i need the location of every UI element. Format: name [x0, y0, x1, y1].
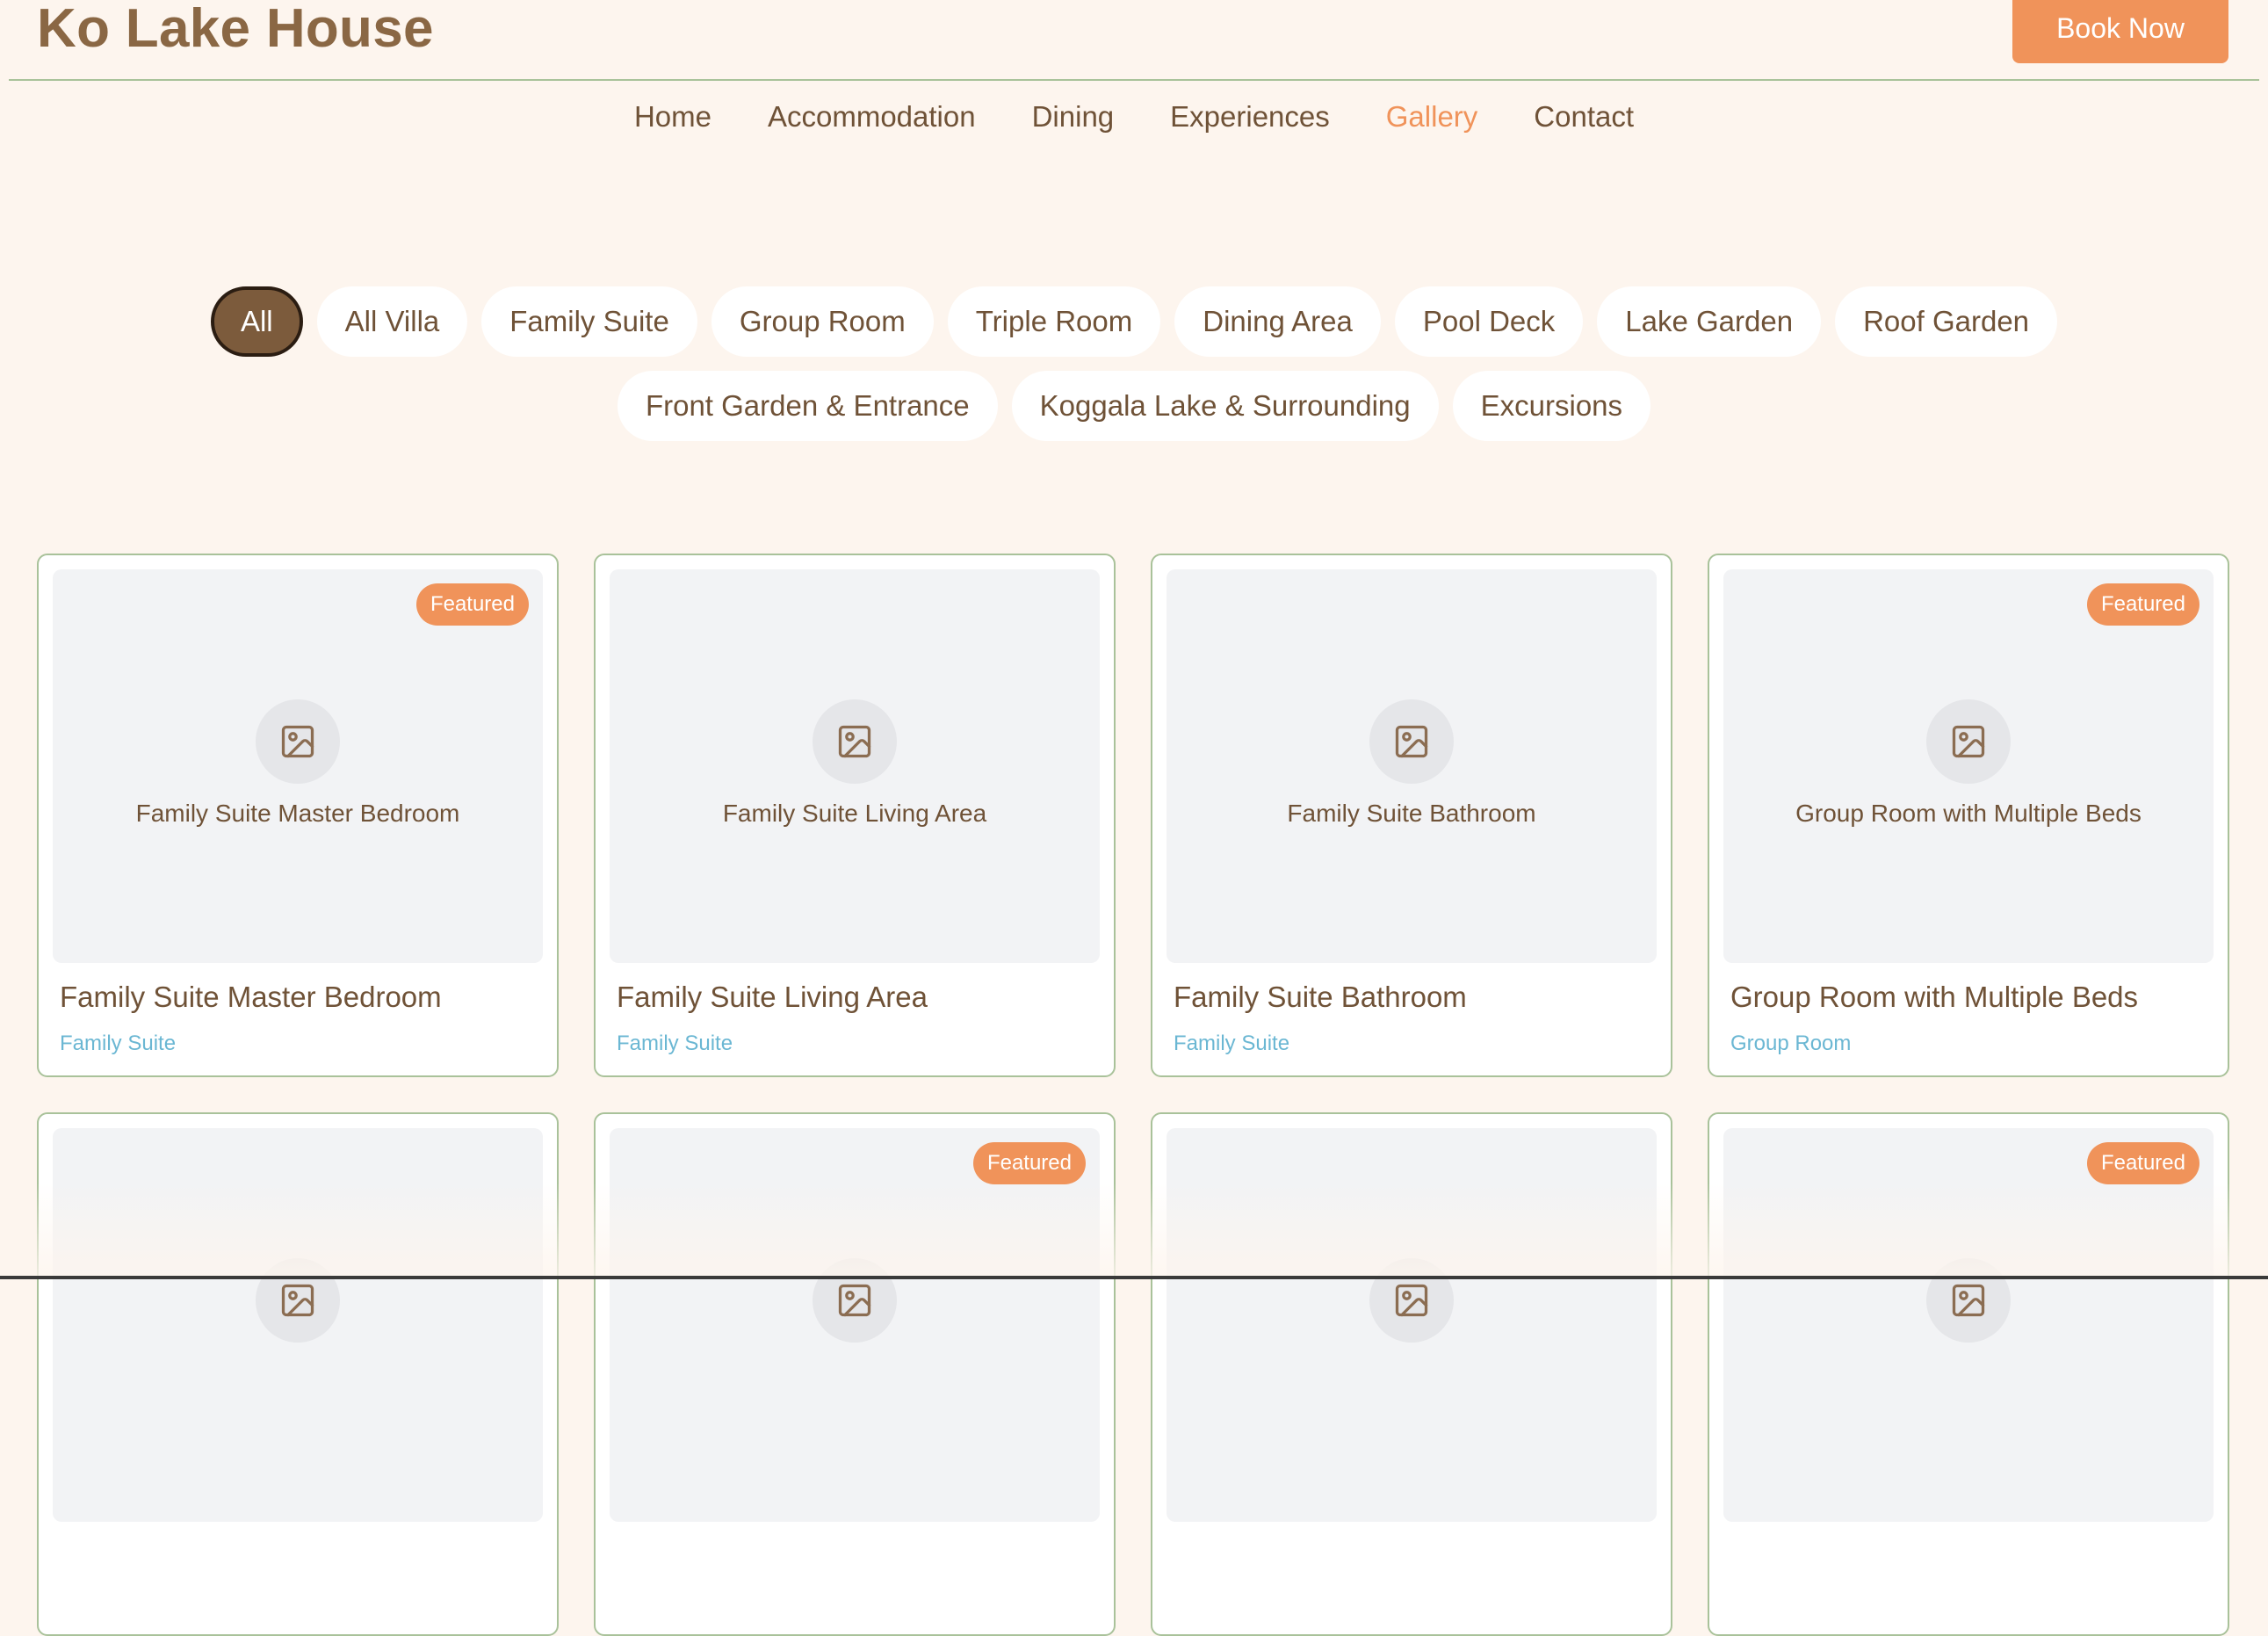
filter-dining-area[interactable]: Dining Area [1174, 286, 1381, 357]
featured-badge: Featured [972, 1142, 1086, 1184]
card-category: Family Suite [1174, 1032, 1290, 1055]
image-icon [813, 1258, 897, 1343]
nav-dining[interactable]: Dining [1032, 95, 1115, 139]
site-header: Ko Lake House Book Now [9, 0, 2259, 81]
gallery-image-placeholder[interactable]: Featured [1723, 1128, 2214, 1522]
image-icon [813, 699, 897, 784]
gallery-image-placeholder[interactable]: Featured [610, 1128, 1100, 1522]
featured-badge: Featured [415, 583, 529, 626]
gallery-card[interactable] [1151, 1112, 1672, 1636]
image-caption: Group Room with Multiple Beds [1795, 800, 2142, 827]
book-now-button[interactable]: Book Now [2012, 0, 2228, 63]
card-title: Group Room with Multiple Beds [1730, 981, 2139, 1013]
gallery-filters: All All Villa Family Suite Group Room Tr… [176, 286, 2092, 441]
gallery-card[interactable]: Featured [1708, 1112, 2229, 1636]
filter-group-room[interactable]: Group Room [711, 286, 934, 357]
card-category: Family Suite [60, 1032, 177, 1055]
gallery-image-placeholder[interactable] [53, 1128, 543, 1522]
gallery-card[interactable]: Family Suite Living Area Family Suite Li… [594, 554, 1116, 1077]
filter-all[interactable]: All [210, 286, 303, 357]
image-caption: Family Suite Bathroom [1287, 800, 1536, 827]
nav-experiences[interactable]: Experiences [1170, 95, 1330, 139]
card-category: Family Suite [617, 1032, 733, 1055]
gallery-image-placeholder[interactable] [1167, 1128, 1657, 1522]
filter-koggala-lake-surrounding[interactable]: Koggala Lake & Surrounding [1011, 371, 1439, 441]
window-bottom-edge [0, 1276, 2268, 1279]
gallery-grid: Featured Family Suite Master Bedroom Fam… [37, 554, 2229, 1636]
card-title: Family Suite Living Area [617, 981, 928, 1013]
filter-pool-deck[interactable]: Pool Deck [1394, 286, 1584, 357]
main-nav: Home Accommodation Dining Experiences Ga… [0, 95, 2268, 139]
gallery-card[interactable]: Featured [594, 1112, 1116, 1636]
gallery-card[interactable]: Family Suite Bathroom Family Suite Bathr… [1151, 554, 1672, 1077]
gallery-image-placeholder[interactable]: Family Suite Living Area [610, 569, 1100, 963]
filter-front-garden-entrance[interactable]: Front Garden & Entrance [617, 371, 998, 441]
filter-family-suite[interactable]: Family Suite [481, 286, 697, 357]
image-caption: Family Suite Living Area [722, 800, 987, 827]
nav-accommodation[interactable]: Accommodation [768, 95, 976, 139]
image-icon [1926, 1258, 2011, 1343]
card-title: Family Suite Bathroom [1174, 981, 1467, 1013]
nav-home[interactable]: Home [634, 95, 711, 139]
featured-badge: Featured [2086, 583, 2199, 626]
gallery-card[interactable]: Featured Family Suite Master Bedroom Fam… [37, 554, 559, 1077]
image-icon [256, 699, 340, 784]
filter-roof-garden[interactable]: Roof Garden [1835, 286, 2058, 357]
filter-all-villa[interactable]: All Villa [316, 286, 468, 357]
gallery-card[interactable]: Featured Group Room with Multiple Beds G… [1708, 554, 2229, 1077]
filter-lake-garden[interactable]: Lake Garden [1597, 286, 1822, 357]
nav-contact[interactable]: Contact [1534, 95, 1634, 139]
filter-excursions[interactable]: Excursions [1452, 371, 1651, 441]
site-logo-text[interactable]: Ko Lake House [37, 0, 434, 69]
gallery-image-placeholder[interactable]: Featured Family Suite Master Bedroom [53, 569, 543, 963]
image-icon [1369, 699, 1454, 784]
image-caption: Family Suite Master Bedroom [135, 800, 460, 827]
card-category: Group Room [1730, 1032, 1852, 1055]
gallery-image-placeholder[interactable]: Family Suite Bathroom [1167, 569, 1657, 963]
nav-gallery[interactable]: Gallery [1386, 95, 1478, 139]
gallery-card[interactable] [37, 1112, 559, 1636]
image-icon [1926, 699, 2011, 784]
featured-badge: Featured [2086, 1142, 2199, 1184]
filter-triple-room[interactable]: Triple Room [947, 286, 1161, 357]
image-icon [256, 1258, 340, 1343]
image-icon [1369, 1258, 1454, 1343]
gallery-image-placeholder[interactable]: Featured Group Room with Multiple Beds [1723, 569, 2214, 963]
card-title: Family Suite Master Bedroom [60, 981, 442, 1013]
